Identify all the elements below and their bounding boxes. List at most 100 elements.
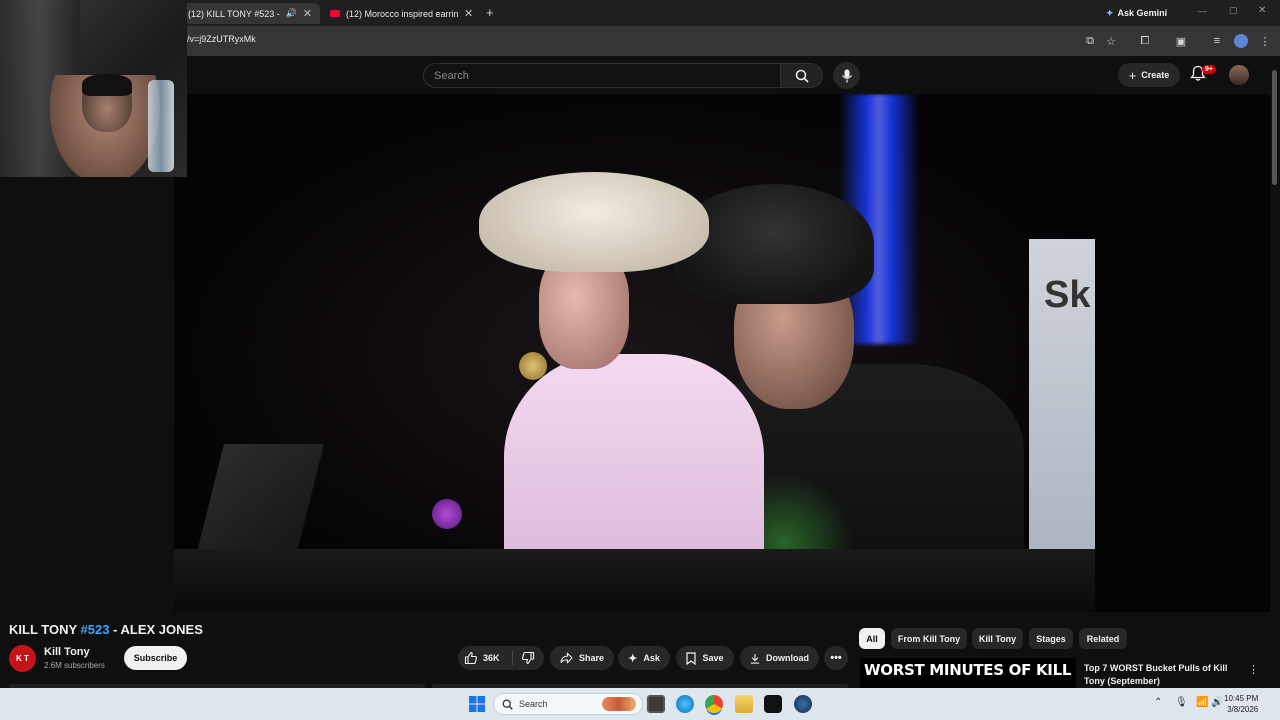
taskbar-search[interactable]: Search <box>493 693 643 715</box>
task-view-icon[interactable] <box>647 695 665 713</box>
app-icon[interactable] <box>764 695 782 713</box>
ask-button[interactable]: ✦ Ask <box>618 646 670 670</box>
tab-kill-tony[interactable]: (12) KILL TONY #523 - ALEX 🔊 ✕ <box>180 3 320 24</box>
install-app-icon[interactable]: ⧉ <box>1083 34 1097 48</box>
share-icon <box>560 652 573 664</box>
create-label: Create <box>1141 70 1170 80</box>
more-vertical-icon[interactable]: ⋮ <box>1248 663 1259 676</box>
webcam-overlay <box>0 0 187 177</box>
more-horizontal-icon: ••• <box>830 652 842 664</box>
taskbar-search-label: Search <box>519 699 548 709</box>
close-window-icon[interactable]: ✕ <box>1258 5 1266 16</box>
water-bottle <box>148 80 174 172</box>
channel-avatar[interactable]: K T <box>9 645 36 672</box>
ask-gemini-button[interactable]: ✦ Ask Gemini <box>1106 5 1167 21</box>
thumbs-up-icon <box>464 651 478 665</box>
new-tab-button[interactable]: + <box>486 5 494 20</box>
notification-badge: 9+ <box>1202 65 1216 74</box>
share-label: Share <box>578 653 604 663</box>
chip-stages[interactable]: Stages <box>1029 628 1073 649</box>
download-icon <box>750 653 760 664</box>
youtube-favicon-icon <box>330 10 340 17</box>
like-count: 36K <box>483 653 500 663</box>
gold-microphone <box>519 352 547 380</box>
subscribe-button[interactable]: Subscribe <box>124 646 187 670</box>
bookmark-icon <box>686 651 697 665</box>
file-explorer-icon[interactable] <box>735 695 753 713</box>
browser-menu-icon[interactable]: ⋮ <box>1258 34 1272 48</box>
channel-name[interactable]: Kill Tony <box>44 646 90 658</box>
gemini-icon: ✦ <box>1106 7 1114 18</box>
edge-browser-icon[interactable] <box>676 695 694 713</box>
video-player[interactable]: Sk <box>174 94 1095 612</box>
title-text: KILL TONY <box>9 622 81 637</box>
steam-icon[interactable] <box>794 695 812 713</box>
video-title: KILL TONY #523 - ALEX JONES <box>9 622 203 637</box>
chip-from-kill-tony[interactable]: From Kill Tony <box>891 628 967 649</box>
media-control-icon[interactable]: ▣ <box>1174 34 1188 48</box>
share-button[interactable]: Share <box>550 646 614 670</box>
youtube-header: Search + Create 9+ <box>0 56 1280 94</box>
microphone-tray-icon[interactable]: 🎙 <box>1175 697 1188 708</box>
create-button[interactable]: + Create <box>1118 63 1180 87</box>
address-bar: /v=j9ZzUTRyxMk ⧉ ☆ ⧠ ▣ ≡ ⋮ <box>0 26 1280 56</box>
microphone-icon <box>841 69 852 82</box>
search-highlight-icon <box>602 697 636 711</box>
cowboy-hat <box>479 172 709 272</box>
volume-icon[interactable]: 🔊 <box>1211 697 1223 708</box>
search-input[interactable]: Search <box>423 63 781 88</box>
bookmark-star-icon[interactable]: ☆ <box>1104 34 1118 48</box>
url-field[interactable]: /v=j9ZzUTRyxMk <box>187 34 256 44</box>
scrollbar-thumb[interactable] <box>1272 70 1277 185</box>
title-hashtag[interactable]: #523 <box>81 622 110 637</box>
user-avatar[interactable] <box>1229 65 1249 85</box>
chevron-up-icon[interactable]: ⌃ <box>1154 697 1162 708</box>
more-actions-button[interactable]: ••• <box>824 646 848 670</box>
download-button[interactable]: Download <box>740 646 819 670</box>
windows-start-icon[interactable] <box>469 696 485 712</box>
search-icon <box>795 69 809 83</box>
divider <box>512 651 513 665</box>
chrome-browser-icon[interactable] <box>705 695 723 713</box>
dislike-button[interactable] <box>514 646 542 670</box>
plus-icon: + <box>1128 67 1137 83</box>
maximize-window-icon[interactable]: ▢ <box>1229 5 1238 16</box>
ask-gemini-label: Ask Gemini <box>1117 8 1168 18</box>
close-tab-icon[interactable]: ✕ <box>464 7 473 20</box>
chip-all[interactable]: All <box>859 628 885 649</box>
webcam-hair <box>82 74 132 96</box>
wifi-icon[interactable]: 📶 <box>1196 697 1208 708</box>
minimize-window-icon[interactable]: — <box>1198 6 1207 16</box>
recommendation-thumbnail[interactable]: WORST MINUTES OF KILL TONY <box>860 658 1076 688</box>
extensions-icon[interactable]: ⧠ <box>1138 34 1152 48</box>
speaker-icon: 🔊 <box>285 8 297 18</box>
save-label: Save <box>702 653 724 663</box>
subscriber-count: 2.6M subscribers <box>44 661 105 670</box>
recommendation-title[interactable]: Top 7 WORST Bucket Pulls of Kill Tony (S… <box>1084 662 1234 688</box>
tab-title: (12) KILL TONY #523 - ALEX <box>188 8 280 19</box>
chip-kill-tony[interactable]: Kill Tony <box>972 628 1023 649</box>
browser-tab-bar: (12) KILL TONY #523 - ALEX 🔊 ✕ (12) Moro… <box>0 0 1280 26</box>
sparkle-icon: ✦ <box>628 652 638 665</box>
chip-related[interactable]: Related <box>1079 628 1127 649</box>
purple-microphone <box>432 499 462 529</box>
title-text: - ALEX JONES <box>109 622 203 637</box>
banner-text: Sk <box>1044 274 1091 316</box>
clock-date: 3/8/2026 <box>1227 705 1259 714</box>
ask-label: Ask <box>643 653 660 663</box>
close-tab-icon[interactable]: ✕ <box>303 7 312 20</box>
desk <box>174 549 1095 612</box>
thumbs-down-icon <box>521 651 535 665</box>
like-button[interactable]: 36K <box>464 646 512 670</box>
download-label: Download <box>766 653 809 663</box>
voice-search-button[interactable] <box>833 62 860 89</box>
tab-morocco-earrings[interactable]: (12) Morocco inspired earrings ✕ <box>322 3 482 24</box>
clock-time: 10:45 PM <box>1224 694 1259 703</box>
search-icon <box>502 699 513 710</box>
reading-list-icon[interactable]: ≡ <box>1210 34 1224 48</box>
windows-taskbar: Search ⌃ 🎙 📶 🔊 10:45 PM 3/8/2026 <box>0 688 1280 720</box>
system-clock[interactable]: 10:45 PM 3/8/2026 <box>1224 693 1258 715</box>
search-button[interactable] <box>781 63 823 88</box>
save-button[interactable]: Save <box>676 646 734 670</box>
profile-icon[interactable] <box>1234 34 1248 48</box>
